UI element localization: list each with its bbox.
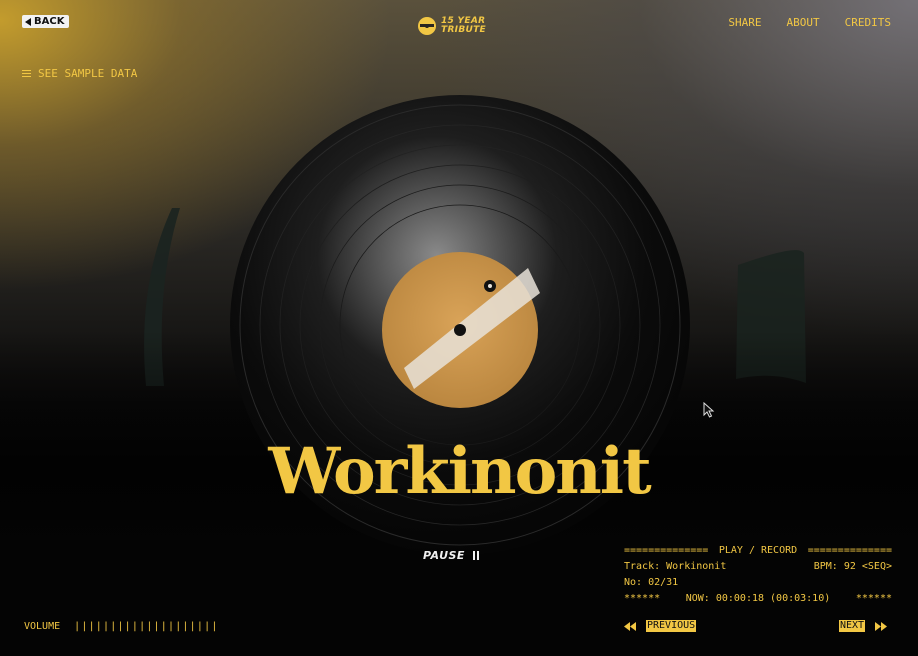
credits-link[interactable]: CREDITS <box>845 16 891 29</box>
logo-line-2: TRIBUTE <box>441 25 486 35</box>
menu-icon <box>22 70 31 77</box>
panel-stars-right: ****** <box>855 593 892 604</box>
back-arrow-icon <box>25 17 31 26</box>
volume-slider[interactable]: |||||||||||||||||||| <box>74 621 218 632</box>
panel-number: No: 02/31 <box>624 577 679 588</box>
volume-label: VOLUME <box>24 621 61 632</box>
panel-right-rule: ============== <box>807 545 892 556</box>
previous-label: PREVIOUS <box>646 620 697 632</box>
mouse-pointer-icon <box>703 402 715 418</box>
sample-data-label: SEE SAMPLE DATA <box>38 67 138 80</box>
pause-label: PAUSE <box>423 549 465 562</box>
pause-icon <box>472 551 479 560</box>
rewind-icon <box>624 621 636 631</box>
panel-stars-left: ****** <box>624 593 661 604</box>
track-title: Workinonit <box>268 434 651 509</box>
back-button[interactable]: BACK <box>22 15 70 28</box>
panel-track: Track: Workinonit <box>624 561 727 572</box>
play-record-panel: ============== PLAY / RECORD ===========… <box>624 543 892 607</box>
panel-left-rule: ============== <box>624 545 709 556</box>
next-label: NEXT <box>839 620 866 632</box>
fast-forward-icon <box>875 621 888 631</box>
panel-now: NOW: 00:00:18 (00:03:10) <box>685 593 831 604</box>
panel-heading: PLAY / RECORD <box>718 545 798 556</box>
record-logo-icon <box>418 17 436 35</box>
share-link[interactable]: SHARE <box>728 16 761 29</box>
pause-button[interactable]: PAUSE <box>423 549 479 562</box>
about-link[interactable]: ABOUT <box>787 16 820 29</box>
previous-button[interactable]: PREVIOUS <box>624 620 697 632</box>
next-button[interactable]: NEXT <box>839 620 888 632</box>
logo[interactable]: 15 YEAR TRIBUTE <box>417 16 486 36</box>
see-sample-data-link[interactable]: SEE SAMPLE DATA <box>22 67 137 80</box>
panel-bpm: BPM: 92 <SEQ> <box>813 561 892 572</box>
back-label: BACK <box>34 16 65 27</box>
volume-control: VOLUME |||||||||||||||||||| <box>24 621 219 632</box>
top-nav: SHARE ABOUT CREDITS <box>728 16 891 29</box>
